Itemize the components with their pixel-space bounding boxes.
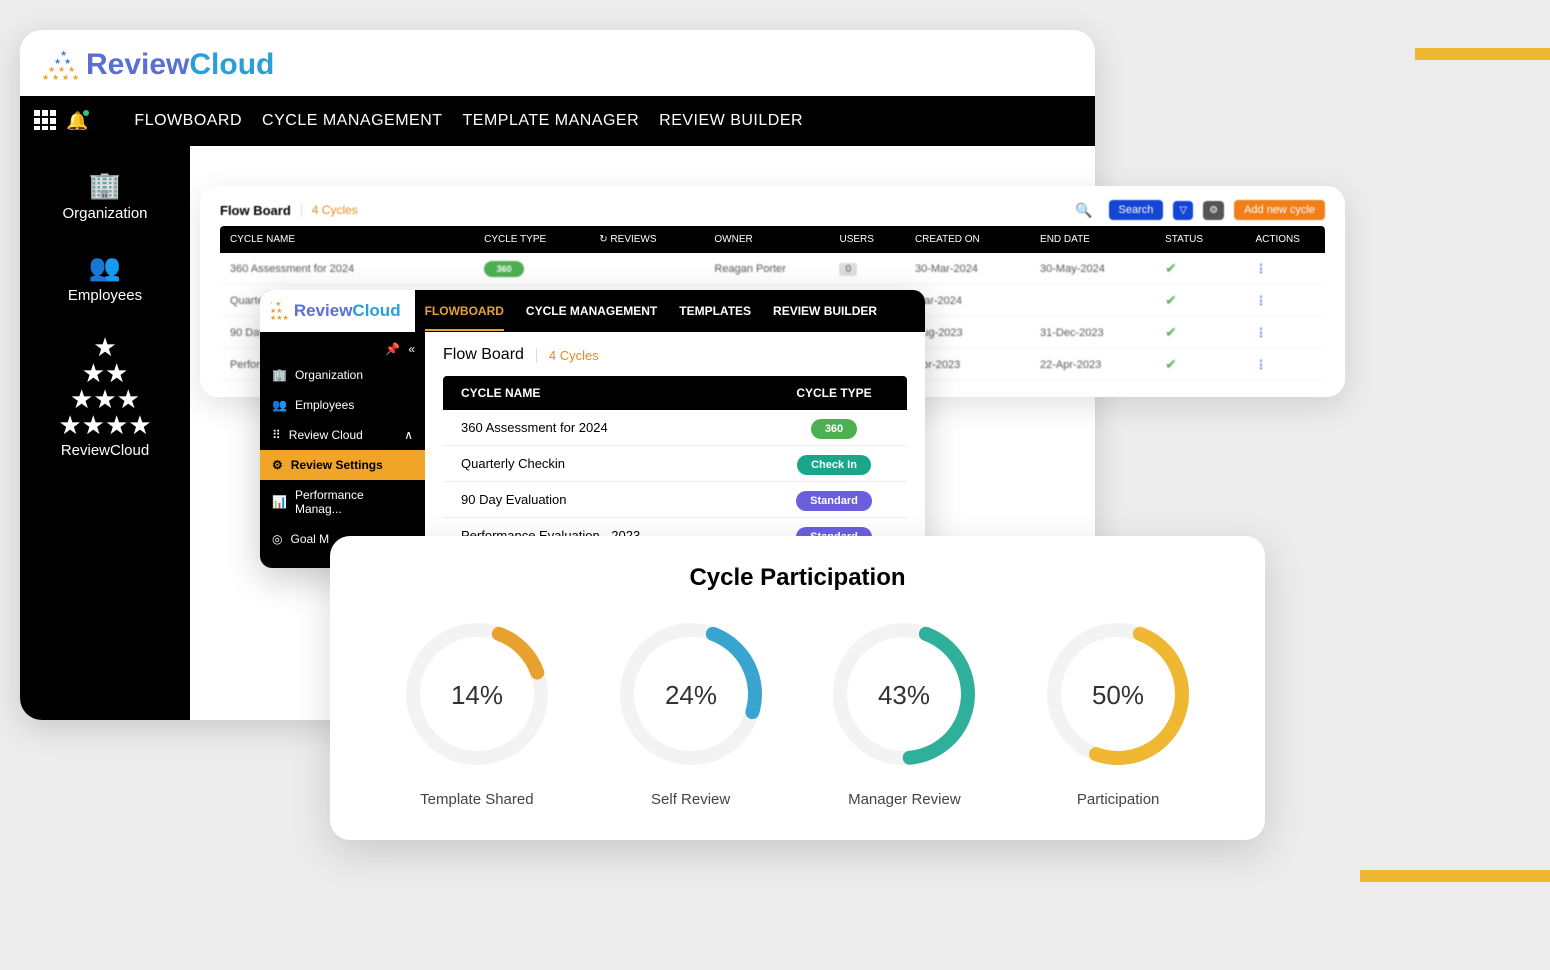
collapse-icon[interactable]: « [408,342,415,356]
window3-sidebar: 📌 « 🏢Organization👥Employees⠿Review Cloud… [260,332,425,568]
nav-review-builder[interactable]: REVIEW BUILDER [773,304,877,319]
accent-bar-bottom [1360,870,1550,882]
gauge-label: Template Shared [397,791,557,808]
sidebar-item[interactable]: ⚙Review Settings [260,450,425,480]
search-icon[interactable]: 🔍 [1075,202,1092,219]
logo-stars-icon: ⠂★★★★★★ [270,301,289,322]
stars-icon: ★★★★★★★★★★ [20,334,190,438]
sidebar-item-label: Employees [20,287,190,304]
sidebar-item[interactable]: 👥Employees [260,390,425,420]
gauge-label: Manager Review [824,791,984,808]
sidebar-item-organization[interactable]: 🏢 Organization [20,170,190,222]
cycle-count: 4 Cycles [301,203,358,217]
sidebar-item-label: Organization [20,205,190,222]
gauge: 24% Self Review [611,614,771,808]
sidebar-item-label: ReviewCloud [20,442,190,459]
accent-bar-top [1415,48,1550,60]
item-icon: ◎ [272,532,282,546]
flowboard-title: Flow Board [443,346,524,364]
nav-flowboard[interactable]: FLOWBOARD [425,304,504,331]
top-nav: FLOWBOARD CYCLE MANAGEMENT TEMPLATE MANA… [134,112,803,130]
gauge: 14% Template Shared [397,614,557,808]
table-body-inner: 360 Assessment for 2024360Quarterly Chec… [443,410,907,554]
col-reviews: ↻ REVIEWS [599,234,708,245]
item-icon: 👥 [272,398,287,412]
col-cycle-type: CYCLE TYPE [779,386,889,400]
item-icon: ⚙ [272,458,283,472]
table-header: CYCLE NAME CYCLE TYPE ↻ REVIEWS OWNER US… [220,226,1325,253]
col-cycle-name: CYCLE NAME [461,386,779,400]
search-button[interactable]: Search [1109,200,1164,220]
participation-title: Cycle Participation [370,564,1225,592]
col-cycle-type: CYCLE TYPE [484,234,593,245]
table-row[interactable]: 90 Day EvaluationStandard [443,482,907,518]
filter-button[interactable]: ▽ [1173,201,1193,220]
col-owner: OWNER [714,234,833,245]
add-new-cycle-button[interactable]: Add new cycle [1234,200,1325,220]
people-icon: 👥 [20,252,190,283]
gauge-label: Self Review [611,791,771,808]
svg-text:50%: 50% [1092,680,1144,710]
table-row[interactable]: 360 Assessment for 2024 360 Reagan Porte… [220,253,1325,285]
nav-cycle-management[interactable]: CYCLE MANAGEMENT [526,304,657,319]
gauge: 43% Manager Review [824,614,984,808]
sidebar-item[interactable]: ⠿Review Cloud∧ [260,420,425,450]
logo-text-small: ReviewCloud [294,301,401,321]
svg-text:43%: 43% [878,680,930,710]
sidebar-controls: 📌 « [260,338,425,360]
window3-nav: FLOWBOARD CYCLE MANAGEMENT TEMPLATES REV… [425,304,877,319]
col-created: CREATED ON [915,234,1034,245]
sidebar-item[interactable]: 🏢Organization [260,360,425,390]
brand-logo-small: ⠂★★★★★★ ReviewCloud [260,290,415,332]
item-icon: ⠿ [272,428,281,442]
col-actions: ACTIONS [1255,234,1315,245]
item-icon: 📊 [272,495,287,509]
svg-text:14%: 14% [451,680,503,710]
nav-review-builder[interactable]: REVIEW BUILDER [659,112,803,130]
flowboard-header: Flow Board 4 Cycles 🔍 Search ▽ ⚙ Add new… [220,200,1325,220]
building-icon: 🏢 [20,170,190,201]
pin-icon[interactable]: 📌 [385,342,400,356]
left-sidebar: 🏢 Organization 👥 Employees ★★★★★★★★★★ Re… [20,130,190,720]
sidebar-item-employees[interactable]: 👥 Employees [20,252,190,304]
flowboard-header-inner: Flow Board 4 Cycles [443,346,907,364]
item-icon: 🏢 [272,368,287,382]
table-header-inner: CYCLE NAME CYCLE TYPE [443,376,907,410]
nav-cycle-management[interactable]: CYCLE MANAGEMENT [262,112,442,130]
bell-icon[interactable]: 🔔 [66,111,88,132]
svg-text:24%: 24% [665,680,717,710]
sidebar-item[interactable]: 📊Performance Manag... [260,480,425,524]
apps-grid-icon[interactable] [34,110,56,132]
window3-main: Flow Board 4 Cycles CYCLE NAME CYCLE TYP… [425,332,925,568]
flowboard-card-front: ⠂★★★★★★ ReviewCloud FLOWBOARD CYCLE MANA… [260,290,925,568]
col-status: STATUS [1165,234,1249,245]
table-row[interactable]: Quarterly CheckinCheck In [443,446,907,482]
col-users: USERS [839,234,908,245]
window3-topbar: ⠂★★★★★★ ReviewCloud FLOWBOARD CYCLE MANA… [260,290,925,332]
col-cycle-name: CYCLE NAME [230,234,478,245]
cycle-count: 4 Cycles [536,348,599,363]
nav-template-manager[interactable]: TEMPLATE MANAGER [463,112,640,130]
gauge: 50% Participation [1038,614,1198,808]
nav-templates[interactable]: TEMPLATES [679,304,751,319]
participation-card: Cycle Participation 14% Template Shared … [330,536,1265,840]
table-row[interactable]: 360 Assessment for 2024360 [443,410,907,446]
logo-text: ReviewCloud [86,48,274,82]
col-end-date: END DATE [1040,234,1159,245]
nav-flowboard[interactable]: FLOWBOARD [134,112,242,130]
sidebar-item-reviewcloud[interactable]: ★★★★★★★★★★ ReviewCloud [20,334,190,459]
logo-stars-icon: ★ ★ ★ ★ ★ ★ ★ ★ ★ ★ [42,49,80,81]
settings-button[interactable]: ⚙ [1203,201,1224,220]
gauges-row: 14% Template Shared 24% Self Review 43% … [370,614,1225,808]
flowboard-title: Flow Board [220,203,291,218]
gauge-label: Participation [1038,791,1198,808]
brand-logo: ★ ★ ★ ★ ★ ★ ★ ★ ★ ★ ReviewCloud [20,30,1095,96]
window3-body: 📌 « 🏢Organization👥Employees⠿Review Cloud… [260,332,925,568]
